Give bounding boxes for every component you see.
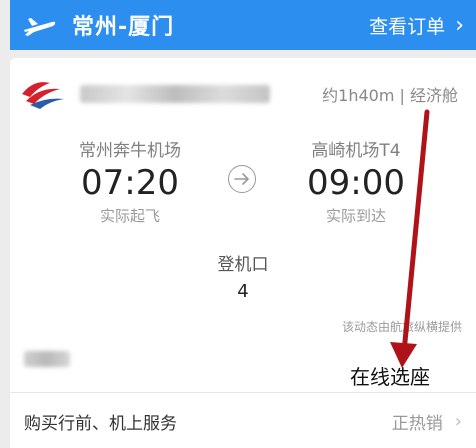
- service-label: 购买行前、机上服务: [24, 413, 177, 434]
- flight-card: 约1h40m | 经济舱 常州奔牛机场 07:20 实际起飞 高崎机场T4 09…: [10, 58, 476, 448]
- gate-label: 登机口: [217, 255, 269, 275]
- service-status: 正热销: [391, 413, 443, 434]
- arrival-airport: 高崎机场T4: [311, 141, 401, 161]
- arrow-right-circle-icon: [228, 165, 256, 193]
- arrival-time: 09:00: [307, 163, 405, 203]
- purchase-services-row[interactable]: 购买行前、机上服务 正热销 ›: [10, 406, 476, 436]
- view-orders-label: 查看订单: [369, 15, 446, 38]
- chevron-right-icon: ›: [455, 12, 464, 38]
- gate-number: 4: [237, 281, 249, 302]
- departure-airport: 常州奔牛机场: [79, 141, 181, 161]
- airline-row: 约1h40m | 经济舱: [20, 76, 476, 112]
- arrival-block: 高崎机场T4 09:00 实际到达: [276, 136, 436, 226]
- arrival-status: 实际到达: [325, 207, 386, 225]
- divider: [10, 392, 476, 393]
- header-bar: 常州-厦门 查看订单 ›: [10, 0, 476, 50]
- departure-status: 实际起飞: [99, 207, 160, 225]
- departure-block: 常州奔牛机场 07:20 实际起飞: [50, 136, 210, 226]
- online-seat-selection-label[interactable]: 在线选座: [350, 361, 430, 390]
- route-title: 常州-厦门: [72, 15, 175, 40]
- departure-time: 07:20: [81, 163, 179, 203]
- chevron-right-icon: ›: [454, 410, 462, 432]
- plane-icon: [24, 18, 56, 36]
- redacted-tag: [24, 351, 70, 367]
- view-orders-button[interactable]: 查看订单 ›: [369, 12, 476, 39]
- flight-number-redacted: [80, 85, 270, 103]
- data-source-note: 该动态由航旅纵横提供: [341, 320, 462, 334]
- duration-cabin: 约1h40m | 经济舱: [322, 86, 458, 105]
- china-eastern-logo: [22, 82, 64, 109]
- boarding-gate: 登机口 4: [10, 250, 476, 302]
